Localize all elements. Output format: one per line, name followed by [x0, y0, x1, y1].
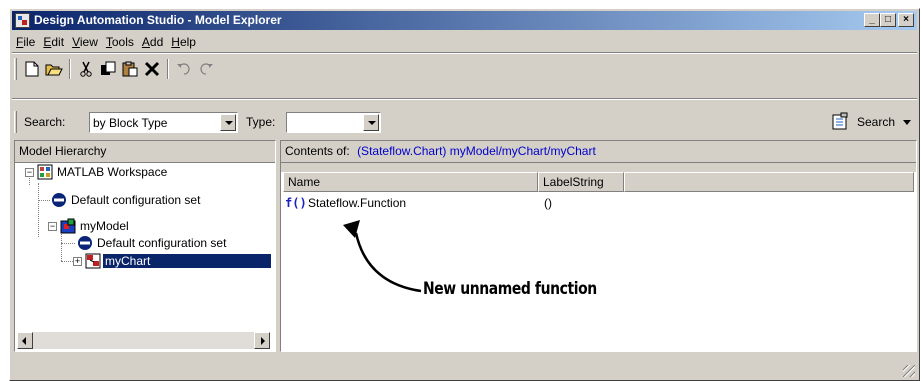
config-set-icon	[78, 236, 92, 250]
search-by-value: by Block Type	[93, 116, 168, 130]
delete-button[interactable]	[141, 58, 163, 80]
scroll-left-button[interactable]	[17, 332, 33, 349]
minimize-icon: _	[869, 14, 875, 25]
tree-item-label: Default configuration set	[97, 236, 227, 250]
menu-view[interactable]: View	[68, 32, 102, 52]
title-bar[interactable]: Design Automation Studio - Model Explore…	[12, 11, 917, 30]
model-icon	[60, 218, 76, 234]
new-button[interactable]	[21, 58, 43, 80]
delete-icon	[144, 61, 160, 77]
toolbar	[14, 56, 217, 82]
menu-bar: File Edit View Tools Add Help	[12, 32, 200, 52]
open-button[interactable]	[43, 58, 65, 80]
cut-button[interactable]	[75, 58, 97, 80]
minimize-button[interactable]: _	[864, 13, 880, 27]
arrow-left-icon	[22, 337, 26, 345]
paste-icon	[122, 61, 138, 77]
tree-item-label: MATLAB Workspace	[57, 165, 168, 179]
scroll-right-button[interactable]	[254, 332, 270, 349]
status-bar	[12, 357, 917, 379]
chart-icon	[85, 253, 101, 269]
copy-icon	[101, 61, 116, 75]
expand-icon[interactable]: +	[73, 257, 82, 266]
redo-icon	[200, 63, 213, 75]
paste-button[interactable]	[119, 58, 141, 80]
search-button-label: Search	[856, 115, 895, 129]
collapse-icon[interactable]: −	[25, 168, 34, 177]
search-by-select[interactable]: by Block Type	[89, 112, 238, 133]
tree-item-mymodel[interactable]: myModel	[60, 217, 131, 235]
tree-item-default-config-2[interactable]: Default configuration set	[77, 234, 228, 252]
tree-line	[38, 200, 50, 201]
config-set-icon	[52, 193, 66, 207]
search-button[interactable]: Search	[831, 112, 911, 130]
tree-item-default-config-1[interactable]: Default configuration set	[51, 191, 202, 209]
toolbar-separator	[167, 59, 169, 79]
toolbar-separator-line	[12, 98, 917, 100]
model-hierarchy-pane: Model Hierarchy − MATLAB Workspace Defau…	[14, 140, 276, 352]
copy-button[interactable]	[97, 58, 119, 80]
menu-separator	[12, 52, 917, 54]
toolbar-separator	[69, 59, 71, 79]
annotation-label: New unnamed function	[423, 279, 597, 299]
close-button[interactable]: ×	[898, 13, 914, 27]
open-icon	[45, 64, 63, 76]
toolbar-grip[interactable]	[14, 58, 17, 80]
menu-edit[interactable]: Edit	[39, 32, 68, 52]
menu-help[interactable]: Help	[167, 32, 200, 52]
undo-icon	[177, 63, 190, 75]
caret-down-icon	[903, 120, 911, 125]
maximize-icon: □	[884, 14, 892, 25]
contents-pane: Contents of: (Stateflow.Chart) myModel/m…	[280, 140, 917, 352]
cut-icon	[80, 61, 92, 77]
search-options-icon	[832, 112, 848, 130]
tree-line	[38, 183, 39, 237]
annotation-arrow-icon	[343, 220, 422, 293]
tree-item-mychart[interactable]: myChart	[85, 252, 272, 270]
workspace-icon	[37, 164, 53, 180]
tree-item-label: myChart	[102, 253, 272, 269]
new-icon	[25, 61, 39, 77]
tree-item-matlab-workspace[interactable]: MATLAB Workspace	[37, 163, 169, 181]
type-select[interactable]	[286, 112, 381, 133]
menu-file[interactable]: File	[12, 32, 39, 52]
model-hierarchy-header: Model Hierarchy	[15, 141, 275, 163]
collapse-icon[interactable]: −	[48, 222, 57, 231]
type-label: Type:	[246, 115, 276, 129]
chevron-down-icon[interactable]	[220, 114, 236, 131]
menu-add[interactable]: Add	[138, 32, 167, 52]
window-title: Design Automation Studio - Model Explore…	[34, 13, 282, 27]
searchbar-grip[interactable]	[14, 111, 17, 133]
search-label: Search:	[24, 115, 66, 129]
resize-grip-icon[interactable]	[903, 365, 915, 377]
chevron-down-icon[interactable]	[363, 114, 379, 131]
undo-button[interactable]	[173, 58, 195, 80]
app-icon	[15, 13, 30, 28]
tree-item-label: myModel	[80, 219, 129, 233]
close-icon: ×	[903, 14, 909, 25]
menu-tools[interactable]: Tools	[102, 32, 138, 52]
search-bar: Search: by Block Type Type: Search	[14, 109, 917, 135]
model-explorer-window: Design Automation Studio - Model Explore…	[9, 8, 920, 381]
horizontal-scrollbar[interactable]	[17, 332, 270, 349]
redo-button[interactable]	[195, 58, 217, 80]
tree-item-label: Default configuration set	[71, 193, 201, 207]
arrow-right-icon	[261, 337, 265, 345]
maximize-button[interactable]: □	[880, 13, 896, 27]
tree-line	[61, 243, 75, 244]
